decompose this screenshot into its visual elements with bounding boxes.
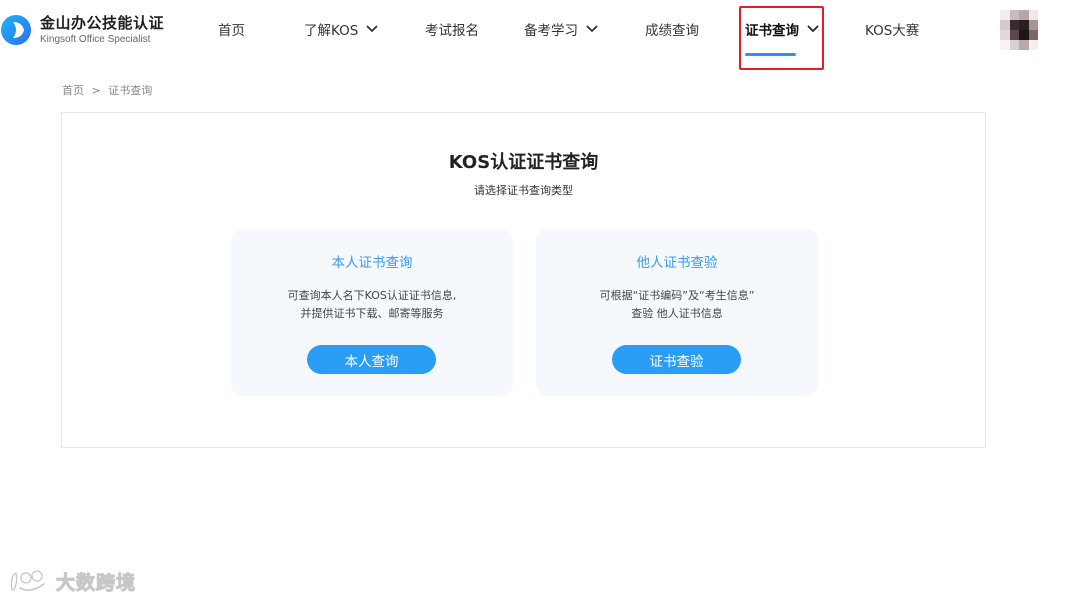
verify-certificate-card: 他人证书查验 可根据“证书编码”及“考生信息” 查验 他人证书信息 证书查验 xyxy=(536,229,818,396)
page-subtitle: 请选择证书查询类型 xyxy=(474,184,573,197)
nav-item-label: 了解KOS xyxy=(304,23,359,39)
nav-item-registration[interactable]: 考试报名 xyxy=(425,18,479,40)
card-title: 他人证书查验 xyxy=(636,255,718,271)
nav-item-study[interactable]: 备考学习 xyxy=(524,18,598,40)
watermark: 大数跨境 xyxy=(8,566,136,596)
nav-item-label: 首页 xyxy=(218,23,245,39)
nav-item-label: 成绩查询 xyxy=(645,23,699,39)
avatar[interactable] xyxy=(1000,10,1038,50)
own-query-button[interactable]: 本人查询 xyxy=(307,345,436,374)
nav-item-score-query[interactable]: 成绩查询 xyxy=(645,18,699,40)
chevron-down-icon xyxy=(366,25,378,32)
breadcrumb-separator: > xyxy=(91,84,101,97)
card-title: 本人证书查询 xyxy=(331,255,413,271)
own-certificate-card: 本人证书查询 可查询本人名下KOS认证证书信息, 并提供证书下载、邮寄等服务 本… xyxy=(231,229,513,396)
watermark-text: 大数跨境 xyxy=(55,571,137,594)
top-header: 金山办公技能认证 Kingsoft Office Specialist 首页 了… xyxy=(0,0,1080,72)
breadcrumb: 首页 > 证书查询 xyxy=(62,82,152,98)
nav-item-about-kos[interactable]: 了解KOS xyxy=(304,18,378,40)
card-description-line: 并提供证书下载、邮寄等服务 xyxy=(300,307,444,320)
nav-item-home[interactable]: 首页 xyxy=(218,18,245,40)
card-description-line: 查验 他人证书信息 xyxy=(631,307,723,320)
highlight-annotation-box xyxy=(739,6,824,70)
breadcrumb-current: 证书查询 xyxy=(108,84,153,97)
card-description: 可查询本人名下KOS认证证书信息, 并提供证书下载、邮寄等服务 xyxy=(231,287,513,323)
nav-item-label: KOS大赛 xyxy=(865,23,920,39)
certificate-query-panel: KOS认证证书查询 请选择证书查询类型 本人证书查询 可查询本人名下KOS认证证… xyxy=(61,112,986,448)
card-description-line: 可查询本人名下KOS认证证书信息, xyxy=(287,289,457,302)
watermark-logo-icon xyxy=(10,570,45,592)
nav-item-label: 考试报名 xyxy=(425,23,479,39)
card-description-line: 可根据“证书编码”及“考生信息” xyxy=(599,289,755,302)
nav-item-label: 备考学习 xyxy=(524,23,578,39)
page-title: KOS认证证书查询 xyxy=(448,152,599,173)
chevron-down-icon xyxy=(586,25,598,32)
main-nav: 首页 了解KOS 考试报名 备考学习 成绩查询 证书查询 KOS大赛 xyxy=(0,0,1080,72)
verify-certificate-button[interactable]: 证书查验 xyxy=(612,345,741,374)
nav-item-kos-contest[interactable]: KOS大赛 xyxy=(865,18,919,40)
breadcrumb-home-link[interactable]: 首页 xyxy=(62,84,84,97)
card-description: 可根据“证书编码”及“考生信息” 查验 他人证书信息 xyxy=(536,287,818,323)
